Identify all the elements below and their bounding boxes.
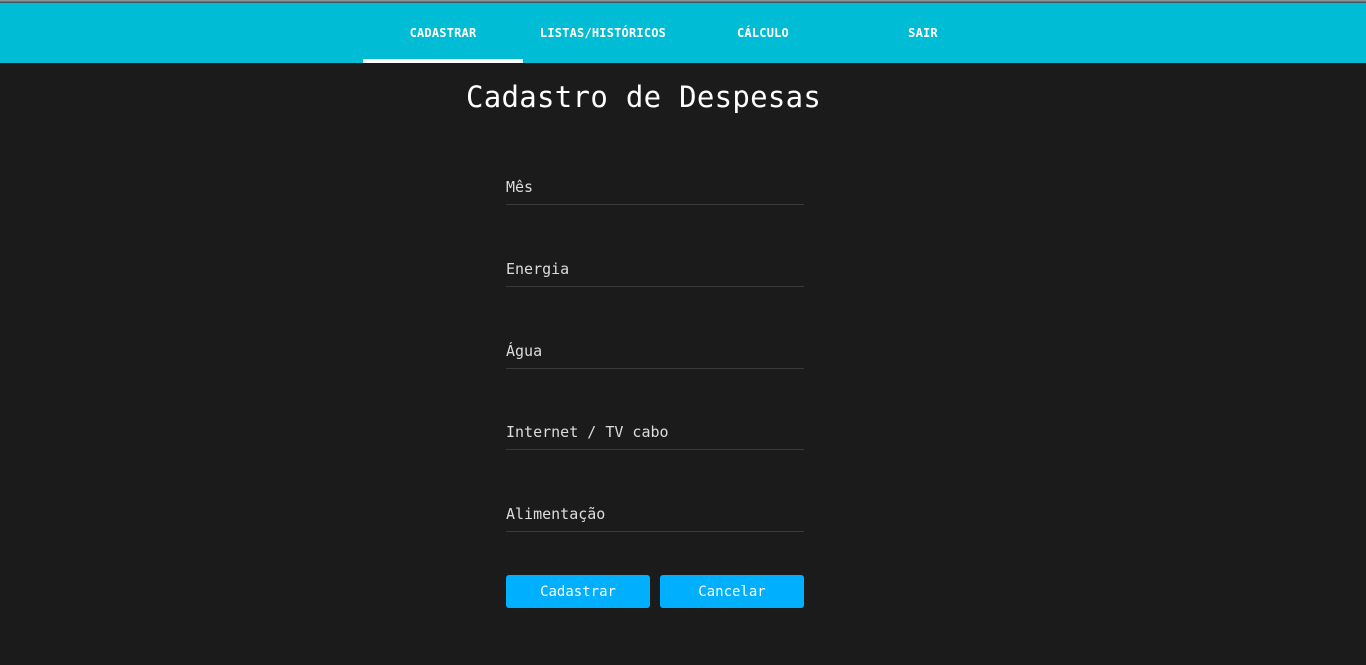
nav-tab-sair[interactable]: SAIR [843,3,1003,63]
nav-tab-label: SAIR [908,26,938,40]
cadastrar-button[interactable]: Cadastrar [506,575,650,608]
nav-tab-label: CÁLCULO [737,26,789,40]
nav-tab-label: CADASTRAR [409,26,477,40]
field-energia [506,252,804,287]
page-title: Cadastro de Despesas [466,80,822,114]
mes-input[interactable] [506,170,804,204]
alimentacao-input[interactable] [506,497,804,531]
nav-tab-label: LISTAS/HISTÓRICOS [539,26,667,40]
field-mes [506,170,804,205]
nav-tab-listas-historicos[interactable]: LISTAS/HISTÓRICOS [523,3,683,63]
field-alimentacao [506,497,804,532]
internet-tv-input[interactable] [506,415,804,449]
energia-input[interactable] [506,252,804,286]
field-agua [506,334,804,369]
field-internet-tv [506,415,804,450]
cancelar-button[interactable]: Cancelar [660,575,804,608]
nav-tab-calculo[interactable]: CÁLCULO [683,3,843,63]
nav-tab-cadastrar[interactable]: CADASTRAR [363,3,523,63]
top-navbar: CADASTRAR LISTAS/HISTÓRICOS CÁLCULO SAIR [0,3,1366,63]
agua-input[interactable] [506,334,804,368]
